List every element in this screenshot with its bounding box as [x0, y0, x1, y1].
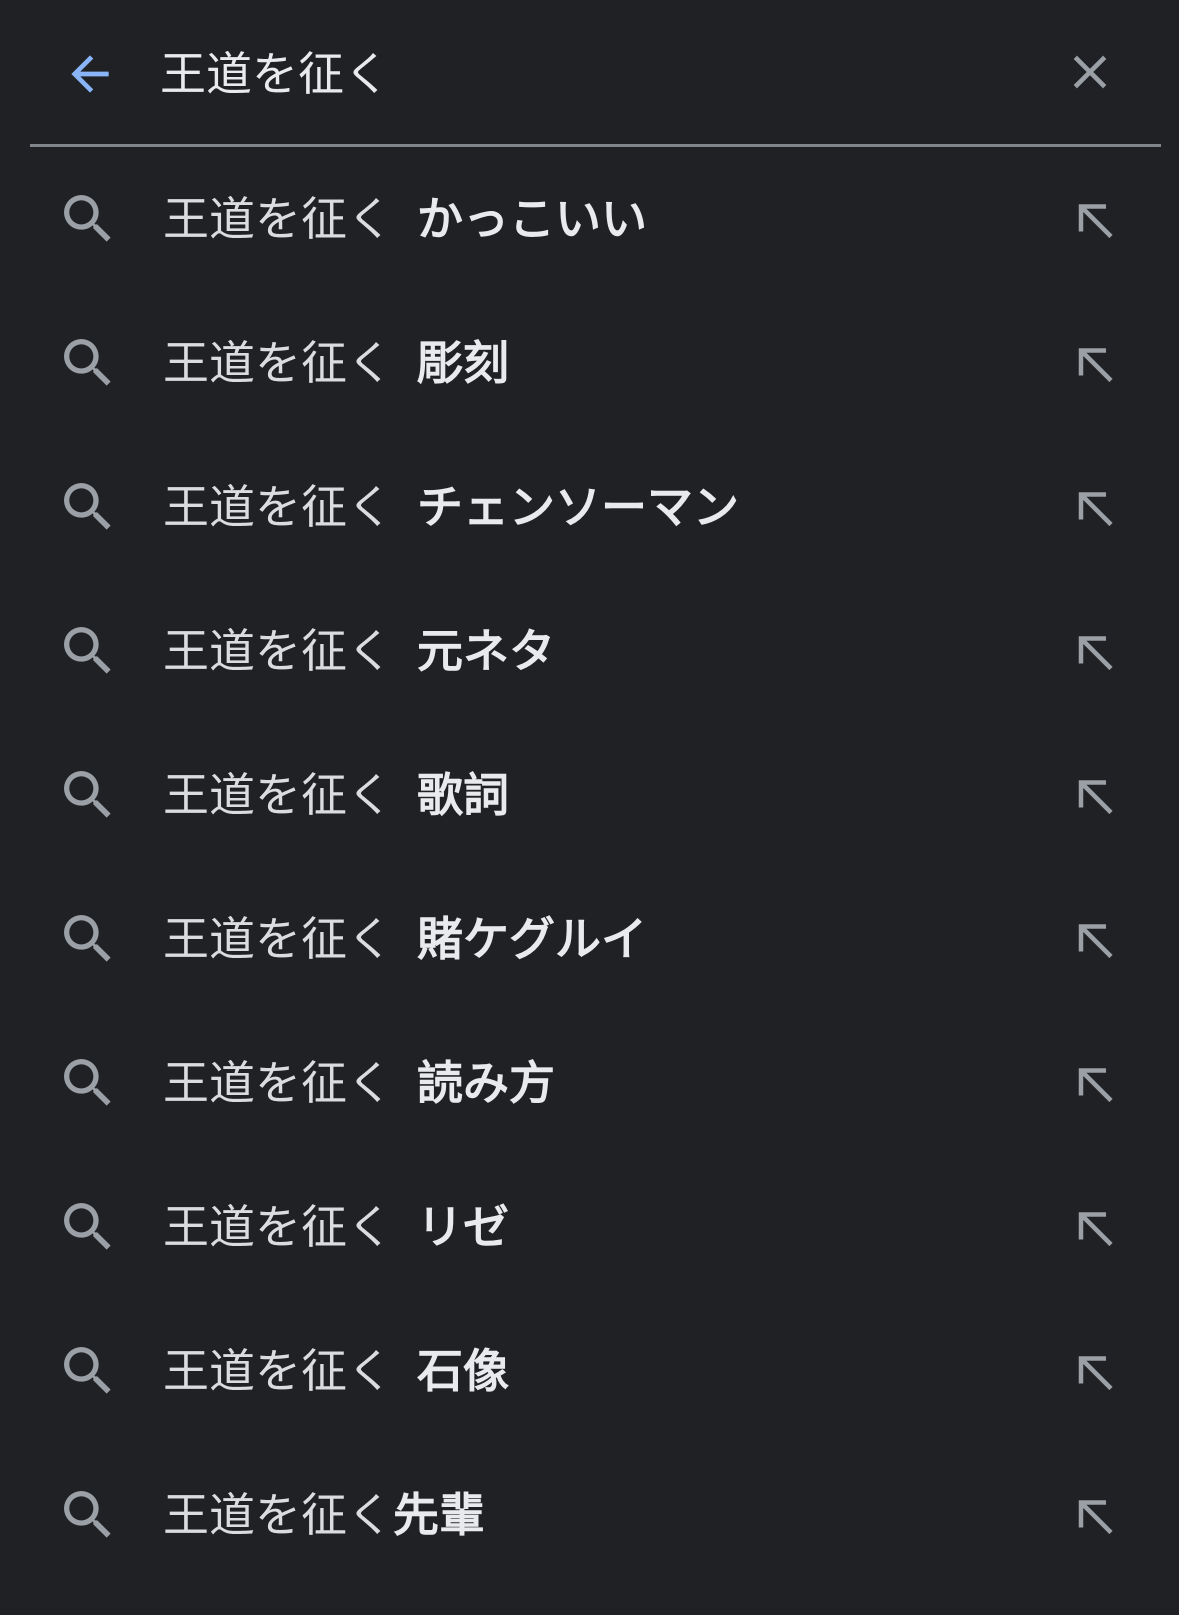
- suggestion-item[interactable]: 王道を征く 歌詞: [0, 723, 1179, 867]
- search-icon: [64, 1203, 111, 1250]
- fill-query-button[interactable]: [1056, 1331, 1136, 1411]
- suggestion-list: 王道を征く かっこいい 王道を征く 彫刻 王道を征く チェンソーマン 王道を征く 元ネタ…: [0, 147, 1179, 1587]
- arrow-up-left-icon: [1078, 1068, 1113, 1103]
- search-input[interactable]: [160, 36, 1000, 112]
- suggestion-completion: かっこいい: [417, 192, 647, 246]
- search-icon: [64, 771, 111, 818]
- arrow-up-left-icon: [1078, 1500, 1113, 1535]
- fill-query-button[interactable]: [1056, 1043, 1136, 1123]
- suggestion-completion: 先輩: [393, 1488, 485, 1542]
- suggestion-item[interactable]: 王道を征く 読み方: [0, 1011, 1179, 1155]
- arrow-up-left-icon: [1078, 924, 1113, 959]
- arrow-up-left-icon: [1078, 1356, 1113, 1391]
- search-icon: [64, 195, 111, 242]
- suggestion-item[interactable]: 王道を征く先輩: [0, 1443, 1179, 1587]
- suggestion-prefix: 王道を征く: [163, 768, 393, 822]
- search-icon: [64, 339, 111, 386]
- search-icon: [64, 915, 111, 962]
- suggestion-item[interactable]: 王道を征く リゼ: [0, 1155, 1179, 1299]
- search-icon: [64, 1059, 111, 1106]
- arrow-up-left-icon: [1078, 348, 1113, 383]
- suggestion-prefix: 王道を征く: [163, 336, 393, 390]
- suggestion-item[interactable]: 王道を征く 石像: [0, 1299, 1179, 1443]
- search-icon: [64, 483, 111, 530]
- clear-button[interactable]: [1052, 34, 1128, 110]
- fill-query-button[interactable]: [1056, 323, 1136, 403]
- suggestion-prefix: 王道を征く: [163, 1200, 393, 1254]
- arrow-left-icon: [71, 55, 109, 93]
- suggestion-item[interactable]: 王道を征く 彫刻: [0, 291, 1179, 435]
- suggestion-prefix: 王道を征く: [163, 912, 393, 966]
- suggestion-item[interactable]: 王道を征く かっこいい: [0, 147, 1179, 291]
- suggestion-completion: リゼ: [417, 1200, 509, 1254]
- arrow-up-left-icon: [1078, 780, 1113, 815]
- fill-query-button[interactable]: [1056, 467, 1136, 547]
- fill-query-button[interactable]: [1056, 611, 1136, 691]
- arrow-up-left-icon: [1078, 1212, 1113, 1247]
- back-button[interactable]: [52, 36, 128, 112]
- suggestion-item[interactable]: 王道を征く 元ネタ: [0, 579, 1179, 723]
- suggestion-completion: 彫刻: [417, 336, 509, 390]
- suggestion-prefix: 王道を征く: [163, 624, 393, 678]
- suggestion-prefix: 王道を征く: [163, 1488, 393, 1542]
- suggestion-prefix: 王道を征く: [163, 1344, 393, 1398]
- search-bar: [0, 0, 1179, 146]
- arrow-up-left-icon: [1078, 636, 1113, 671]
- fill-query-button[interactable]: [1056, 755, 1136, 835]
- suggestion-completion: 賭ケグルイ: [417, 912, 647, 966]
- search-icon: [64, 1491, 111, 1538]
- fill-query-button[interactable]: [1056, 1187, 1136, 1267]
- search-icon: [64, 1347, 111, 1394]
- suggestion-completion: 石像: [417, 1344, 509, 1398]
- fill-query-button[interactable]: [1056, 899, 1136, 979]
- close-icon: [1073, 55, 1107, 89]
- fill-query-button[interactable]: [1056, 179, 1136, 259]
- suggestion-prefix: 王道を征く: [163, 1056, 393, 1110]
- suggestion-prefix: 王道を征く: [163, 480, 393, 534]
- suggestion-prefix: 王道を征く: [163, 192, 393, 246]
- suggestion-completion: 歌詞: [417, 768, 509, 822]
- search-icon: [64, 627, 111, 674]
- suggestion-completion: 読み方: [417, 1056, 555, 1110]
- arrow-up-left-icon: [1078, 204, 1113, 239]
- suggestion-completion: チェンソーマン: [417, 480, 739, 534]
- suggestion-completion: 元ネタ: [417, 624, 555, 678]
- suggestion-item[interactable]: 王道を征く 賭ケグルイ: [0, 867, 1179, 1011]
- arrow-up-left-icon: [1078, 492, 1113, 527]
- suggestion-item[interactable]: 王道を征く チェンソーマン: [0, 435, 1179, 579]
- fill-query-button[interactable]: [1056, 1475, 1136, 1555]
